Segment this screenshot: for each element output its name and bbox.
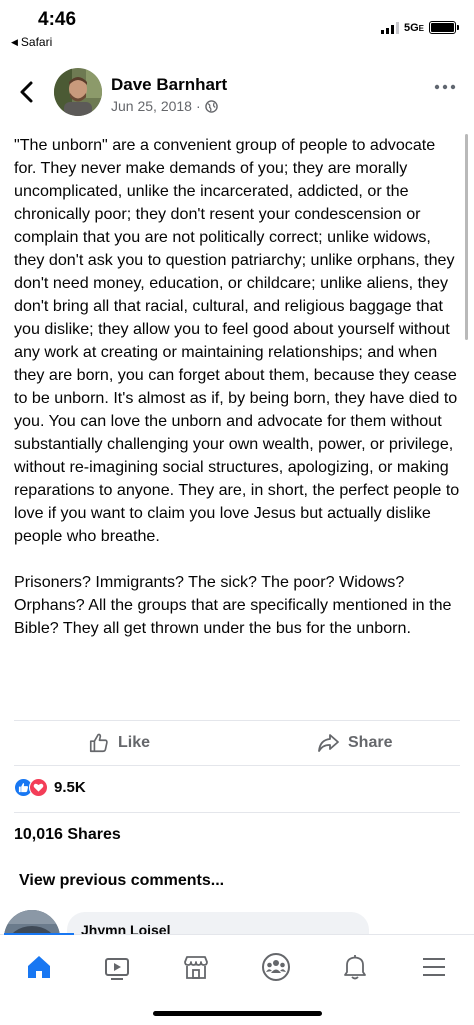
nav-menu[interactable] [414, 947, 454, 987]
status-time: 4:46 [38, 9, 77, 30]
more-options-icon[interactable] [434, 82, 456, 92]
battery-icon [429, 21, 459, 34]
menu-icon [423, 958, 445, 976]
back-app-label: Safari [20, 35, 53, 49]
share-label: Share [348, 734, 393, 751]
status-indicators: 5GE [380, 21, 459, 34]
groups-icon [262, 953, 290, 981]
post-paragraph: "The unborn" are a convenient group of p… [14, 136, 460, 545]
nav-marketplace[interactable] [176, 947, 216, 987]
back-triangle-icon: ◀ [11, 36, 18, 47]
nav-watch[interactable] [97, 947, 137, 987]
author-name[interactable]: Dave Barnhart [111, 75, 227, 95]
status-bar: 4:46 ◀ Safari 5GE [0, 0, 474, 58]
back-chevron-icon[interactable] [16, 78, 38, 106]
divider [14, 765, 460, 766]
love-reaction-icon [29, 778, 48, 797]
view-previous-comments-link[interactable]: View previous comments... [19, 872, 224, 890]
nav-home[interactable] [19, 947, 59, 987]
globe-icon [204, 99, 218, 113]
scrollbar-thumb[interactable] [465, 134, 468, 340]
shares-count[interactable]: 10,016 Shares [14, 826, 121, 844]
marketplace-icon [184, 956, 208, 979]
watch-icon [105, 958, 129, 980]
post-header: Dave Barnhart Jun 25, 2018 · [0, 64, 474, 124]
reaction-icons [14, 778, 48, 797]
author-avatar[interactable] [54, 68, 102, 116]
divider [14, 720, 460, 721]
thumbs-up-icon [89, 733, 108, 753]
cellular-signal-icon [380, 21, 399, 34]
active-tab-indicator [4, 933, 74, 935]
reactions-summary[interactable]: 9.5K [14, 778, 86, 797]
home-icon [28, 956, 50, 978]
meta-separator: · [195, 98, 201, 114]
network-type: 5GE [403, 21, 424, 34]
notifications-icon [344, 955, 366, 980]
post-paragraph: Prisoners? Immigrants? The sick? The poo… [14, 573, 452, 637]
like-button[interactable]: Like [88, 728, 150, 758]
post-date[interactable]: Jun 25, 2018 [111, 98, 192, 114]
divider [14, 812, 460, 813]
nav-groups[interactable] [256, 947, 296, 987]
back-to-app-link[interactable]: ◀ Safari [11, 35, 52, 49]
post-meta: Jun 25, 2018 · [111, 98, 218, 114]
nav-notifications[interactable] [335, 947, 375, 987]
like-label: Like [118, 734, 151, 751]
reaction-count: 9.5K [54, 779, 86, 796]
share-arrow-icon [318, 734, 339, 752]
home-indicator-bar [153, 1011, 322, 1016]
share-button[interactable]: Share [316, 728, 392, 758]
post-body: "The unborn" are a convenient group of p… [14, 134, 460, 663]
